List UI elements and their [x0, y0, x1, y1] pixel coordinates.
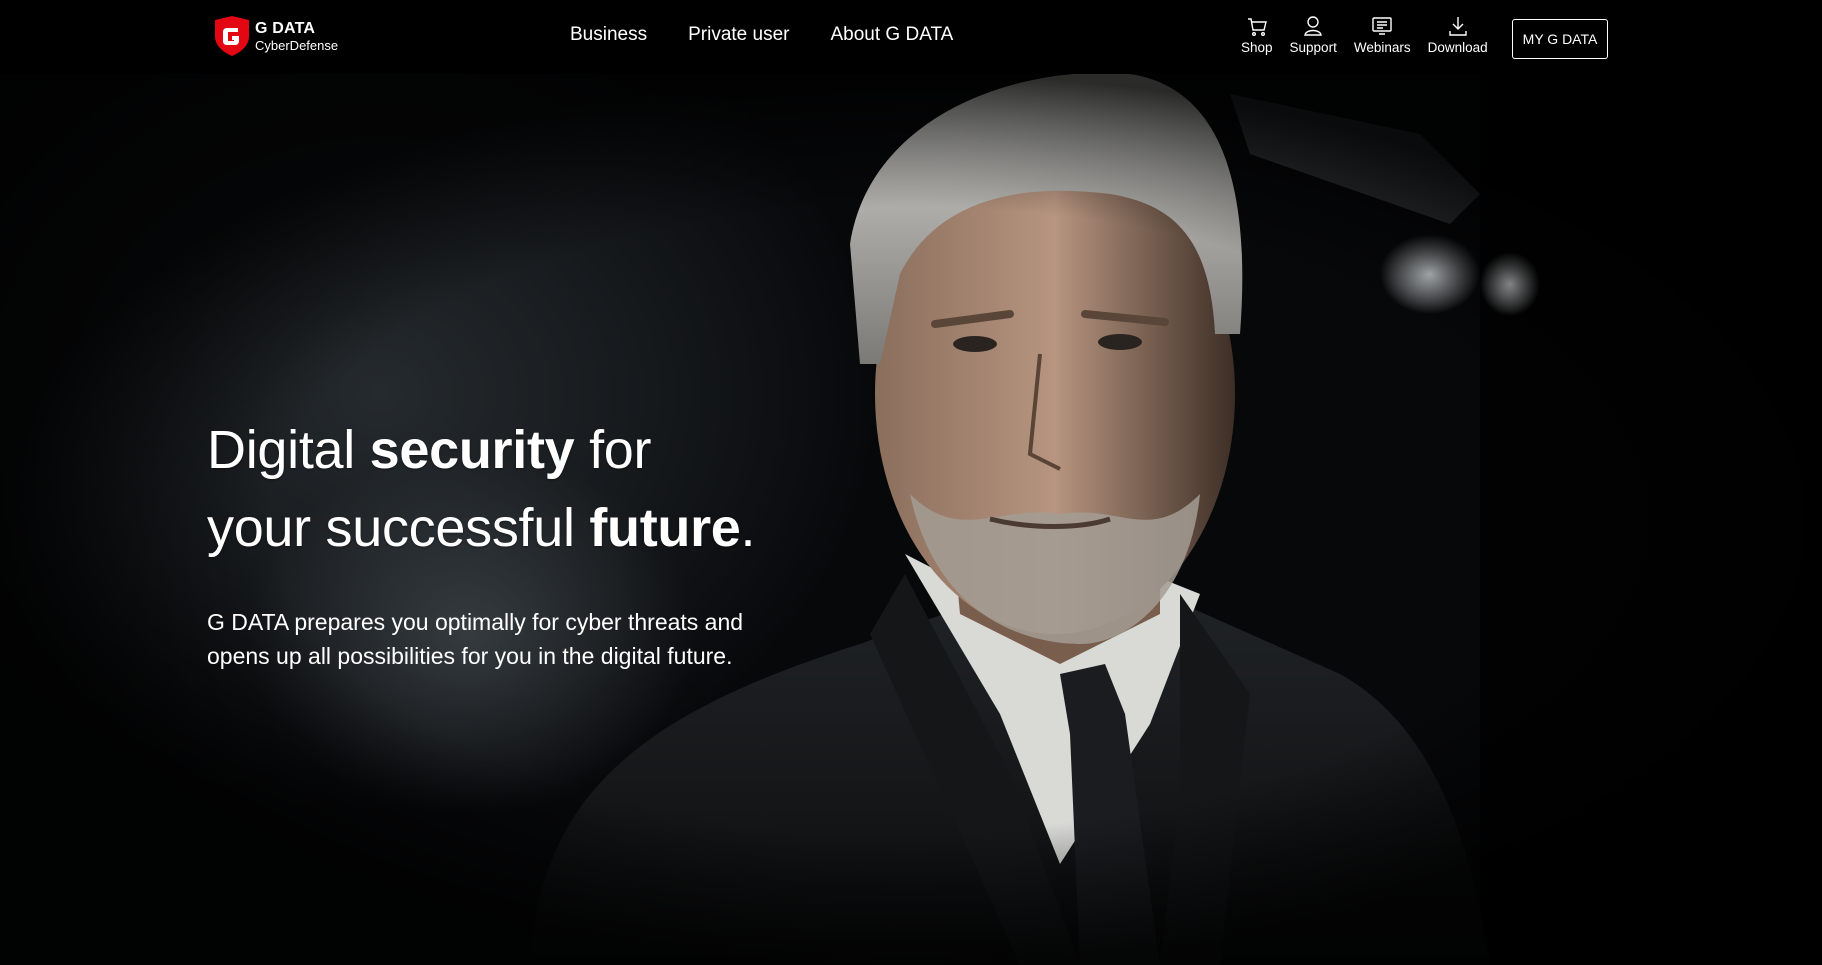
nav-private-user[interactable]: Private user: [688, 24, 789, 46]
webinars-label: Webinars: [1353, 40, 1411, 55]
webinar-screen-icon: [1372, 17, 1392, 35]
utility-navigation: Shop Support Webinars Download: [1241, 14, 1505, 55]
download-icon: [1448, 17, 1467, 36]
headline-emphasis: security: [369, 420, 575, 480]
shop-link[interactable]: Shop: [1241, 14, 1273, 55]
brand-name: G DATA: [255, 19, 316, 37]
support-label: Support: [1289, 40, 1337, 55]
support-link[interactable]: Support: [1290, 14, 1337, 55]
my-gdata-button[interactable]: MY G DATA: [1512, 19, 1608, 59]
nav-business[interactable]: Business: [570, 24, 647, 46]
gdata-shield-icon: [215, 16, 249, 56]
hero-headline: Digital security for your successful fut…: [207, 411, 767, 567]
gdata-logo[interactable]: G DATA CyberDefense: [213, 16, 338, 56]
headline-part: Digital: [207, 420, 370, 480]
hero-copy: Digital security for your successful fut…: [207, 411, 767, 673]
shop-label: Shop: [1241, 40, 1273, 55]
hero-description: G DATA prepares you optimally for cyber …: [207, 609, 744, 669]
cart-icon: [1247, 18, 1267, 37]
download-label: Download: [1427, 40, 1488, 55]
headline-emphasis: future: [589, 498, 741, 558]
headline-part: .: [740, 498, 756, 558]
brand-tagline: CyberDefense: [255, 37, 339, 53]
hero-section: Digital security for your successful fut…: [0, 74, 1822, 965]
top-navigation-bar: G DATA CyberDefense Business Private use…: [0, 0, 1822, 74]
support-person-icon: [1304, 16, 1323, 36]
main-navigation: Business Private user About G DATA: [570, 24, 953, 46]
nav-about-gdata[interactable]: About G DATA: [830, 24, 953, 46]
download-link[interactable]: Download: [1428, 14, 1488, 55]
webinars-link[interactable]: Webinars: [1354, 14, 1411, 55]
